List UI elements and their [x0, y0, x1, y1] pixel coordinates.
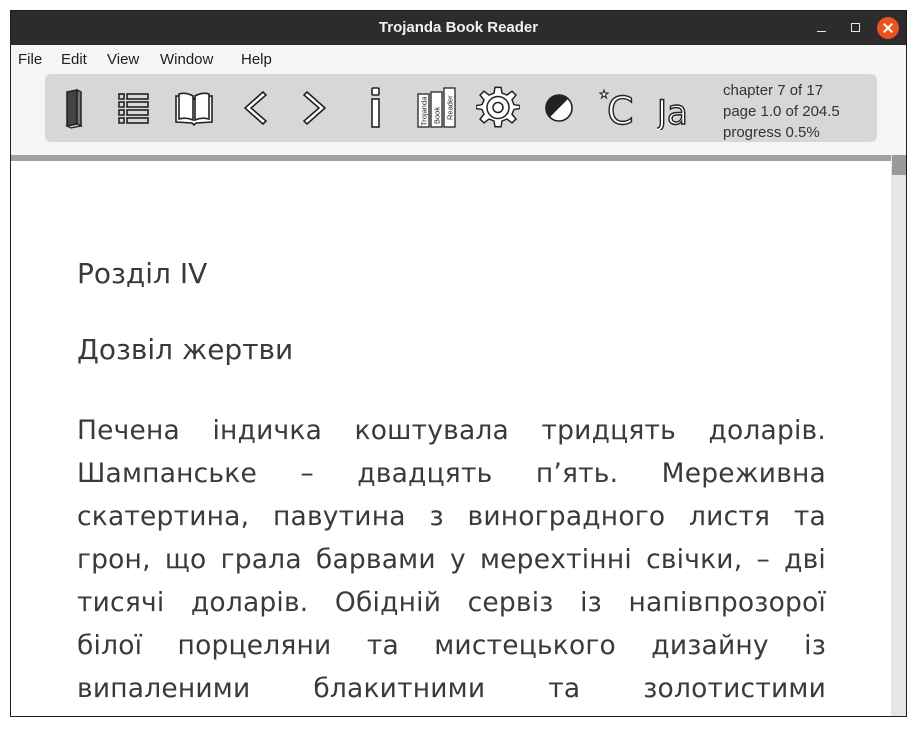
- chevron-left-icon: [243, 90, 268, 126]
- font-button[interactable]: Ja: [657, 86, 707, 130]
- open-book-icon: [175, 92, 213, 127]
- scrollbar-thumb[interactable]: [892, 155, 906, 175]
- library-spine-1: Trojanda: [420, 96, 429, 126]
- app-window: Trojanda Book Reader File Edit View Wind…: [10, 10, 907, 717]
- toolbar: Trojanda Book Reader C Ja chapter 7 of 1…: [45, 74, 877, 142]
- section-title: Дозвіл жертви: [77, 333, 294, 366]
- reading-status: chapter 7 of 17 page 1.0 of 204.5 progre…: [723, 80, 840, 143]
- minimize-button[interactable]: [811, 17, 833, 39]
- menu-file[interactable]: File: [18, 51, 42, 68]
- body-line: Шампанське – двадцять п’ять. Мереживна: [77, 458, 826, 489]
- title-bar[interactable]: Trojanda Book Reader: [11, 11, 906, 45]
- maximize-button[interactable]: [845, 17, 867, 39]
- font-icon: Ja: [657, 92, 689, 130]
- contrast-button[interactable]: [537, 86, 581, 130]
- body-line: білої порцеляни та мистецького дизайну і…: [77, 630, 826, 661]
- font-ja-glyph: Ja: [657, 93, 688, 130]
- menu-bar: File Edit View Window Help: [11, 45, 906, 73]
- menu-window[interactable]: Window: [160, 51, 213, 68]
- library-spine-3: Reader: [446, 95, 455, 120]
- library-icon: Trojanda Book Reader: [417, 87, 456, 128]
- body-line: тисячі доларів. Обідній сервіз із напівп…: [77, 587, 826, 618]
- body-line: випаленими блакитними та золотистими: [77, 673, 826, 704]
- list-icon: [118, 93, 149, 124]
- night-theme-button[interactable]: C: [598, 86, 642, 130]
- body-line: Печена індичка коштувала тридцять доларі…: [77, 415, 826, 446]
- body-line: скатертина, павутина з виноградного лист…: [77, 501, 826, 532]
- progress-status: progress 0.5%: [723, 124, 820, 141]
- library-spine-2: Book: [433, 107, 442, 124]
- night-c-glyph: C: [607, 89, 634, 130]
- window-title: Trojanda Book Reader: [378, 19, 539, 36]
- contrast-icon: [545, 94, 573, 122]
- gear-icon: [476, 86, 520, 128]
- library-button[interactable]: Trojanda Book Reader: [415, 86, 459, 130]
- close-button[interactable]: [877, 17, 899, 39]
- night-c-icon: C: [598, 88, 634, 130]
- info-button[interactable]: [354, 86, 398, 130]
- settings-button[interactable]: [476, 86, 520, 130]
- chapter-status: chapter 7 of 17: [723, 82, 824, 99]
- body-paragraph: Печена індичка коштувала тридцять доларі…: [77, 409, 826, 710]
- info-icon: [371, 87, 380, 128]
- open-book-button[interactable]: [172, 86, 216, 130]
- body-line: грон, що грала барвами у мерехтінні свіч…: [77, 544, 826, 575]
- book-button[interactable]: [51, 86, 95, 130]
- menu-view[interactable]: View: [107, 51, 139, 68]
- chapter-title: Розділ IV: [77, 257, 208, 290]
- menu-edit[interactable]: Edit: [61, 51, 87, 68]
- previous-button[interactable]: [233, 86, 277, 130]
- menu-help[interactable]: Help: [241, 51, 272, 68]
- page-status: page 1.0 of 204.5: [723, 103, 840, 120]
- book-icon: [65, 88, 83, 129]
- contents-button[interactable]: [111, 86, 155, 130]
- chevron-right-icon: [302, 90, 327, 126]
- reading-area[interactable]: Розділ IV Дозвіл жертви Печена індичка к…: [11, 161, 891, 716]
- vertical-scrollbar[interactable]: [891, 155, 906, 716]
- next-button[interactable]: [293, 86, 337, 130]
